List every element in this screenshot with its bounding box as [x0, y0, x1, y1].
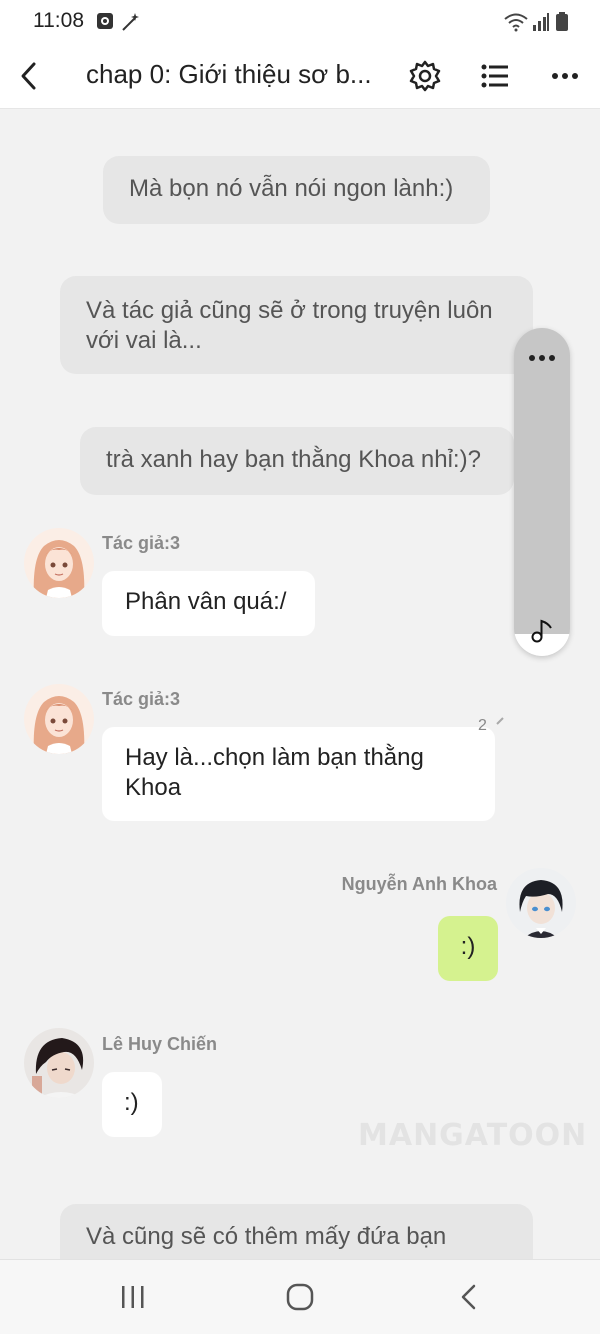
system-nav-bar — [0, 1259, 600, 1334]
magic-wand-icon — [120, 12, 142, 37]
app-header: chap 0: Giới thiệu sơ b... — [0, 44, 600, 109]
sender-name: Tác giả:3 — [102, 533, 181, 553]
settings-icon[interactable] — [407, 58, 443, 94]
home-icon[interactable] — [285, 1282, 315, 1317]
back-arrow-icon[interactable] — [14, 58, 50, 94]
chapter-title: chap 0: Giới thiệu sơ b... — [86, 59, 372, 89]
avatar[interactable] — [24, 684, 94, 754]
chat-bubble[interactable]: Hay là...chọn làm bạn thằng Khoa — [102, 727, 495, 821]
list-icon[interactable] — [477, 58, 513, 94]
status-bar: 11:08 — [0, 0, 600, 44]
narration-text: Mà bọn nó vẫn nói ngon lành:) — [129, 175, 454, 202]
narration-text: trà xanh hay bạn thằng Khoa nhỉ:)? — [106, 446, 481, 473]
comment-count: 2 — [478, 717, 487, 734]
avatar[interactable] — [24, 528, 94, 598]
signal-icon — [532, 12, 550, 37]
message-text: Phân vân quá:/ — [125, 588, 287, 615]
music-player-panel[interactable] — [514, 328, 570, 656]
narration-bubble: Mà bọn nó vẫn nói ngon lành:) — [103, 156, 490, 224]
app-notification-icon — [96, 12, 114, 35]
message-text: :) — [460, 933, 476, 960]
more-dots-icon[interactable] — [527, 350, 557, 368]
narration-text: Và tác giả cũng sẽ ở trong truyện luôn v… — [86, 297, 493, 354]
chat-bubble[interactable]: Phân vân quá:/ — [102, 571, 315, 636]
sender-name: Tác giả:3 — [102, 689, 181, 709]
avatar[interactable] — [24, 1028, 94, 1098]
battery-icon — [555, 12, 569, 37]
sender-name: Lê Huy Chiến — [102, 1034, 218, 1054]
music-note-icon[interactable] — [530, 618, 554, 649]
chat-bubble[interactable]: :) — [102, 1072, 162, 1137]
narration-text: Và cũng sẽ có thêm mấy đứa bạn — [86, 1223, 447, 1250]
chat-bubble-own[interactable]: :) — [438, 916, 498, 981]
message-text: :) — [124, 1089, 139, 1116]
back-nav-icon[interactable] — [455, 1282, 485, 1317]
wifi-icon — [503, 12, 529, 37]
avatar[interactable] — [506, 868, 576, 938]
status-time: 11:08 — [33, 9, 84, 32]
recent-apps-icon[interactable] — [118, 1282, 148, 1317]
sender-name: Nguyễn Anh Khoa — [341, 874, 497, 894]
message-text: Hay là...chọn làm bạn thằng Khoa — [125, 744, 424, 801]
pencil-icon — [496, 717, 504, 725]
more-icon[interactable] — [547, 58, 583, 94]
narration-bubble: Và tác giả cũng sẽ ở trong truyện luôn v… — [60, 276, 533, 374]
comment-count-badge[interactable]: 2 — [478, 717, 508, 741]
mangatoon-watermark: MANGATOON — [358, 1118, 588, 1153]
narration-bubble: trà xanh hay bạn thằng Khoa nhỉ:)? — [80, 427, 514, 495]
